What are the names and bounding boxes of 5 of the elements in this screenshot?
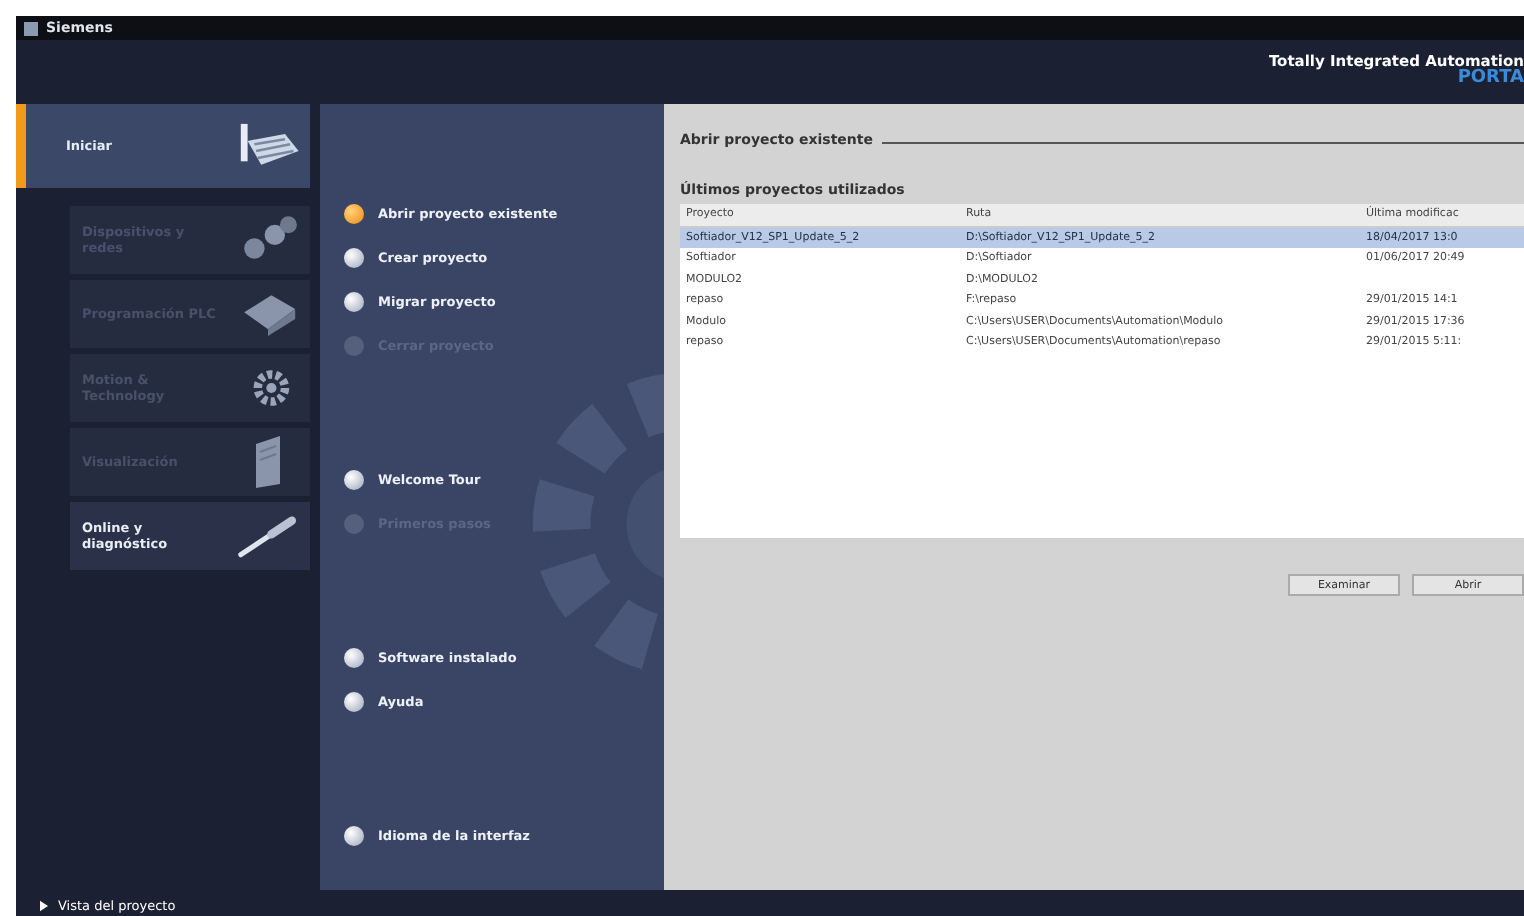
panel-icon [254, 434, 282, 490]
brand-subtitle: PORTA [1457, 70, 1524, 90]
triangle-icon [40, 899, 48, 911]
app-icon [24, 21, 38, 35]
screwdriver-icon [234, 510, 302, 562]
